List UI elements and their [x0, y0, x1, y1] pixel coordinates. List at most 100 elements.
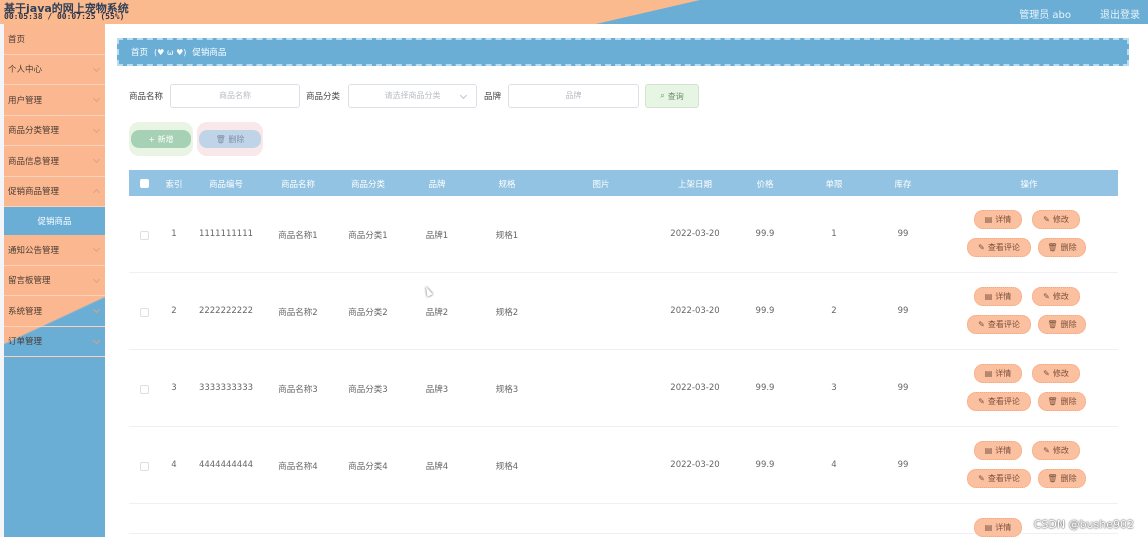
add-button[interactable]: + 新增 [129, 122, 193, 156]
search-button-label: 查询 [667, 91, 684, 101]
sidebar-item-promotion-management[interactable]: 促销商品管理 [4, 177, 105, 207]
product-category-select[interactable]: 请选择商品分类 [348, 84, 477, 108]
logout-link[interactable]: 退出登录 [1100, 6, 1140, 21]
document-icon: ▤ [984, 292, 993, 301]
edit-button[interactable]: ✎ 修改 [1032, 441, 1080, 460]
document-icon: ▤ [984, 523, 993, 532]
table-row-partial: ▤ 详情 [129, 504, 1118, 537]
cell-name: 商品名称2 [278, 308, 318, 318]
detail-label: 详情 [995, 446, 1012, 455]
view-comments-button[interactable]: ✎ 查看评论 [967, 469, 1031, 488]
delete-label: 删除 [1060, 474, 1077, 483]
sidebar-item-personal-center[interactable]: 个人中心 [4, 55, 105, 85]
sidebar-item-home[interactable]: 首页 [4, 24, 105, 55]
cell-code: 1111111111 [198, 229, 254, 239]
chevron-down-icon [92, 305, 101, 314]
delete-button[interactable]: 🗑 删除 [1038, 238, 1086, 257]
detail-button[interactable]: ▤ 详情 [974, 441, 1022, 460]
breadcrumb: 首页 (♥ ω ♥) 促销商品 [117, 38, 1129, 66]
cell-limit: 4 [831, 460, 837, 470]
detail-button[interactable]: ▤ 详情 [974, 364, 1022, 383]
edit-icon: ✎ [978, 397, 985, 406]
sidebar-item-label: 个人中心 [8, 65, 43, 76]
search-form: 商品名称 商品名称 商品分类 请选择商品分类 品牌 品牌 ⌕ 查询 [129, 84, 729, 108]
cell-brand: 品牌2 [425, 308, 449, 318]
breadcrumb-home[interactable]: 首页 [131, 46, 148, 58]
sidebar-item-notice-management[interactable]: 通知公告管理 [4, 235, 105, 266]
sidebar-item-product-management[interactable]: 商品信息管理 [4, 146, 105, 177]
row-checkbox[interactable] [140, 308, 149, 317]
edit-label: 修改 [1052, 369, 1069, 378]
top-header: 基于java的网上宠物系统 00:05:38 / 00:07:25 (55%) … [0, 0, 1148, 24]
sidebar-item-label: 系统管理 [8, 306, 43, 317]
delete-button[interactable]: 🗑 删除 [1038, 315, 1086, 334]
sidebar-item-label: 订单管理 [8, 337, 43, 348]
delete-button[interactable]: 🗑 删除 [1038, 392, 1086, 411]
table-row: 1 1111111111 商品名称1 商品分类1 品牌1 规格1 2022-03-20 99.… [129, 196, 1118, 273]
edit-icon: ✎ [978, 320, 985, 329]
delete-button-label: 删除 [228, 134, 245, 144]
edit-icon: ✎ [978, 474, 985, 483]
edit-button[interactable]: ✎ 修改 [1032, 210, 1080, 229]
search-button[interactable]: ⌕ 查询 [645, 84, 699, 108]
view-comments-button[interactable]: ✎ 查看评论 [967, 238, 1031, 257]
sidebar-item-label: 用户管理 [8, 95, 43, 106]
trash-icon: 🗑 [1047, 243, 1058, 252]
comments-label: 查看评论 [987, 474, 1020, 483]
delete-label: 删除 [1060, 397, 1077, 406]
edit-button[interactable]: ✎ 修改 [1032, 287, 1080, 306]
col-brand: 品牌 [428, 180, 446, 190]
sidebar-item-label: 促销商品 [37, 217, 72, 227]
document-icon: ▤ [984, 446, 993, 455]
table-row: 2 2222222222 商品名称2 商品分类2 品牌2 规格2 2022-03-20 99.… [129, 273, 1118, 350]
edit-button[interactable]: ✎ 修改 [1032, 364, 1080, 383]
row-checkbox[interactable] [140, 231, 149, 240]
cell-category: 商品分类3 [348, 385, 388, 395]
table-header: 索引 商品编号 商品名称 商品分类 品牌 规格 图片 上架日期 价格 单限 库存… [129, 170, 1118, 196]
chevron-down-icon [92, 64, 101, 72]
view-comments-button[interactable]: ✎ 查看评论 [967, 315, 1031, 334]
batch-delete-button[interactable]: 🗑 删除 [197, 122, 263, 156]
products-table: 索引 商品编号 商品名称 商品分类 品牌 规格 图片 上架日期 价格 单限 库存… [129, 170, 1118, 537]
cell-price: 99.9 [755, 306, 775, 316]
sidebar-item-message-board[interactable]: 留言板管理 [4, 266, 105, 296]
product-name-input[interactable]: 商品名称 [170, 84, 300, 108]
delete-label: 删除 [1060, 243, 1077, 252]
sidebar-item-order-management[interactable]: 订单管理 [4, 327, 105, 357]
cell-date: 2022-03-20 [670, 460, 720, 470]
sidebar-subitem-promotion-products[interactable]: 促销商品 [4, 207, 105, 235]
col-spec: 规格 [498, 180, 516, 190]
cell-spec: 规格4 [495, 462, 519, 472]
detail-button[interactable]: ▤ 详情 [974, 210, 1022, 229]
row-checkbox[interactable] [140, 385, 149, 394]
detail-label: 详情 [995, 292, 1012, 301]
brand-input[interactable]: 品牌 [508, 84, 639, 108]
sidebar-item-user-management[interactable]: 用户管理 [4, 85, 105, 116]
col-price: 价格 [756, 180, 774, 190]
row-checkbox[interactable] [140, 462, 149, 471]
edit-icon: ✎ [1043, 446, 1050, 455]
table-row: 4 4444444444 商品名称4 商品分类4 品牌4 规格4 2022-03-20 99.… [129, 427, 1118, 504]
cell-code: 2222222222 [198, 306, 254, 316]
select-all-checkbox[interactable] [140, 179, 149, 188]
edit-label: 修改 [1052, 215, 1069, 224]
cell-name: 商品名称3 [278, 385, 318, 395]
table-body: 1 1111111111 商品名称1 商品分类1 品牌1 规格1 2022-03-20 99.… [129, 196, 1118, 537]
view-comments-button[interactable]: ✎ 查看评论 [967, 392, 1031, 411]
cell-date: 2022-03-20 [670, 306, 720, 316]
detail-button[interactable]: ▤ 详情 [974, 518, 1022, 537]
sidebar-item-system-management[interactable]: 系统管理 [4, 296, 105, 327]
delete-button[interactable]: 🗑 删除 [1038, 469, 1086, 488]
sidebar-item-category-management[interactable]: 商品分类管理 [4, 116, 105, 146]
cell-stock: 99 [897, 306, 909, 316]
cell-code: 4444444444 [198, 460, 254, 470]
cell-category: 商品分类1 [348, 231, 388, 241]
chevron-down-icon [92, 94, 101, 103]
document-icon: ▤ [984, 369, 993, 378]
col-category: 商品分类 [350, 180, 386, 190]
detail-button[interactable]: ▤ 详情 [974, 287, 1022, 306]
cell-brand: 品牌4 [425, 462, 449, 472]
cell-price: 99.9 [755, 229, 775, 239]
brand-label: 品牌 [484, 92, 502, 102]
edit-icon: ✎ [1043, 292, 1050, 301]
